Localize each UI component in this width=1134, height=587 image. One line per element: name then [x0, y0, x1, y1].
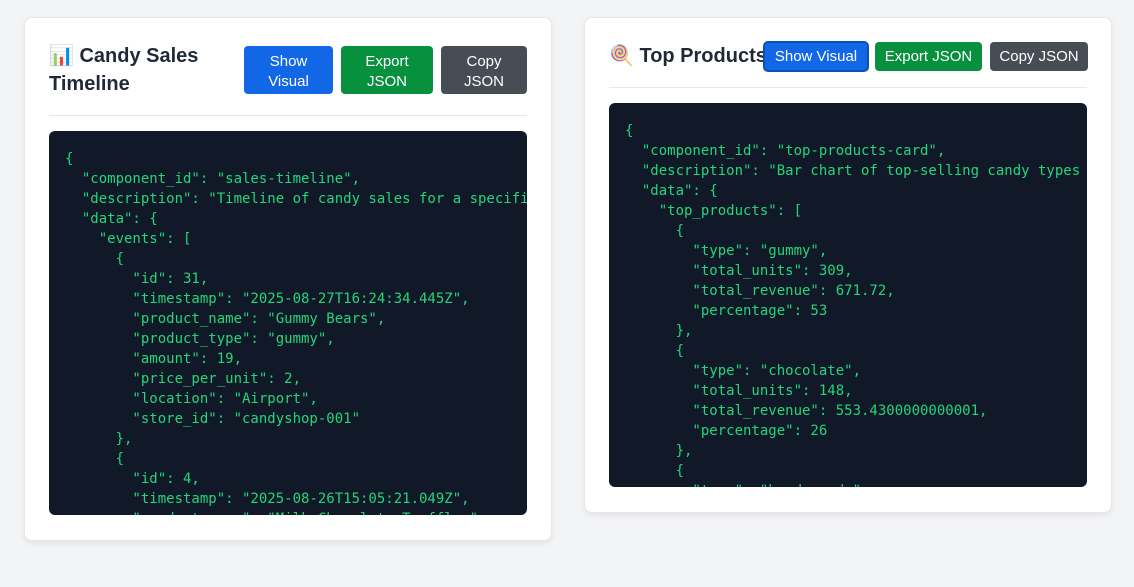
- export-json-button[interactable]: Export JSON: [875, 42, 982, 71]
- card-title: 📊 Candy Sales Timeline: [49, 45, 199, 95]
- card-header: 📊 Candy Sales Timeline Show Visual Expor…: [49, 18, 527, 116]
- json-code-text: { "component_id": "top-products-card", "…: [625, 123, 1081, 487]
- export-json-button[interactable]: Export JSON: [341, 46, 433, 94]
- top-products-card: 🍭 Top Products Show Visual Export JSON C…: [584, 17, 1112, 513]
- card-title: 🍭 Top Products: [609, 45, 767, 67]
- sales-timeline-card: 📊 Candy Sales Timeline Show Visual Expor…: [24, 17, 552, 541]
- json-code-panel[interactable]: { "component_id": "sales-timeline", "des…: [49, 131, 527, 515]
- copy-json-button[interactable]: Copy JSON: [990, 42, 1088, 71]
- json-code-panel[interactable]: { "component_id": "top-products-card", "…: [609, 103, 1087, 487]
- card-header: 🍭 Top Products Show Visual Export JSON C…: [609, 18, 1088, 88]
- copy-json-button[interactable]: Copy JSON: [441, 46, 527, 94]
- show-visual-button[interactable]: Show Visual: [244, 46, 333, 94]
- show-visual-button[interactable]: Show Visual: [763, 41, 869, 72]
- json-code-text: { "component_id": "sales-timeline", "des…: [65, 151, 527, 515]
